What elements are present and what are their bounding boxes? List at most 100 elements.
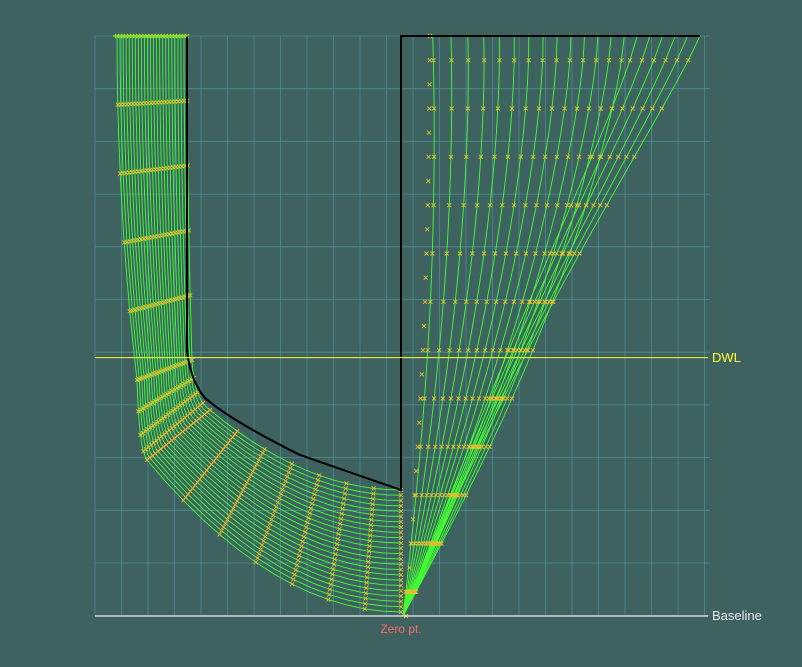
aft-station-line (177, 36, 402, 507)
station-point (281, 482, 287, 488)
station-point (663, 57, 668, 63)
station-point (568, 202, 574, 208)
station-point (300, 539, 306, 544)
station-point (425, 202, 431, 208)
station-point (246, 476, 252, 482)
station-point (256, 551, 262, 557)
station-point (298, 548, 303, 554)
station-point (659, 106, 665, 111)
station-point (280, 487, 285, 492)
station-point (426, 154, 431, 160)
station-point (255, 555, 260, 561)
station-point (427, 57, 433, 63)
fwd-station-line (402, 35, 435, 617)
station-point (232, 431, 238, 437)
station-point (230, 506, 236, 511)
station-point (278, 491, 284, 497)
station-point (273, 504, 279, 510)
station-point (303, 525, 309, 530)
station-point (283, 478, 288, 484)
fwd-stations (402, 35, 701, 617)
station-point (293, 567, 298, 573)
station-point (615, 154, 621, 160)
aft-station-line (143, 35, 402, 565)
station-point (267, 521, 273, 527)
station-point (312, 491, 317, 497)
station-point (630, 106, 636, 111)
station-point (248, 472, 254, 478)
station-point (286, 470, 292, 475)
station-point (252, 465, 258, 471)
station-point (223, 443, 228, 449)
fwd-station-line (402, 35, 625, 617)
station-point (256, 457, 262, 463)
station-point (591, 202, 596, 208)
aft-station-line (174, 35, 402, 512)
station-point (504, 396, 510, 401)
station-point (254, 461, 260, 467)
station-point (483, 444, 489, 450)
fwd-station-line (402, 35, 599, 617)
station-point (269, 517, 274, 522)
station-point (309, 501, 315, 507)
dwl-label: DWL (712, 350, 741, 365)
station-point (589, 154, 595, 160)
station-point (218, 449, 224, 455)
station-point (195, 479, 200, 485)
station-point (240, 487, 246, 493)
station-point (262, 446, 267, 452)
station-point (310, 496, 316, 502)
station-point (234, 498, 240, 504)
station-point (308, 506, 314, 511)
station-point (301, 534, 307, 540)
station-point (221, 524, 226, 530)
station-point (532, 299, 537, 305)
station-point (287, 465, 293, 471)
station-point (314, 482, 320, 488)
station-point (211, 458, 217, 464)
station-point (180, 498, 186, 503)
body-plan-canvas: DWL Baseline Zero pt. (94, 33, 762, 636)
station-point (426, 106, 432, 111)
station-point (183, 495, 188, 500)
station-point (284, 474, 290, 480)
station-point (244, 480, 250, 485)
station-point (242, 483, 248, 489)
station-point (232, 502, 238, 508)
station-point (424, 251, 429, 256)
station-point (413, 468, 419, 474)
station-point (213, 455, 219, 461)
station-point (227, 513, 232, 519)
station-point (650, 106, 655, 111)
station-point (216, 452, 221, 458)
station-point (418, 396, 423, 401)
station-point (302, 529, 308, 535)
station-point (220, 446, 226, 452)
station-point (227, 437, 233, 443)
station-point (217, 532, 222, 537)
station-point (259, 542, 265, 548)
station-point (426, 130, 432, 135)
station-point (305, 520, 310, 525)
station-point (292, 572, 297, 577)
station-point (422, 299, 428, 305)
station-point (420, 347, 426, 353)
station-point (289, 461, 295, 467)
station-point (640, 106, 645, 111)
station-point (270, 512, 276, 518)
station-point (188, 488, 193, 494)
station-point (290, 577, 296, 582)
baseline-label: Baseline (712, 608, 762, 623)
station-point (296, 553, 302, 559)
station-point (266, 525, 271, 531)
station-point (185, 491, 191, 497)
fwd-station-line (402, 35, 701, 617)
fwd-station-line (402, 36, 515, 617)
fwd-station-line (402, 35, 558, 617)
station-point (415, 444, 421, 450)
station-point (236, 495, 242, 500)
station-point (487, 444, 492, 450)
station-point (258, 547, 263, 552)
station-point (204, 467, 210, 473)
station-point (547, 251, 553, 256)
